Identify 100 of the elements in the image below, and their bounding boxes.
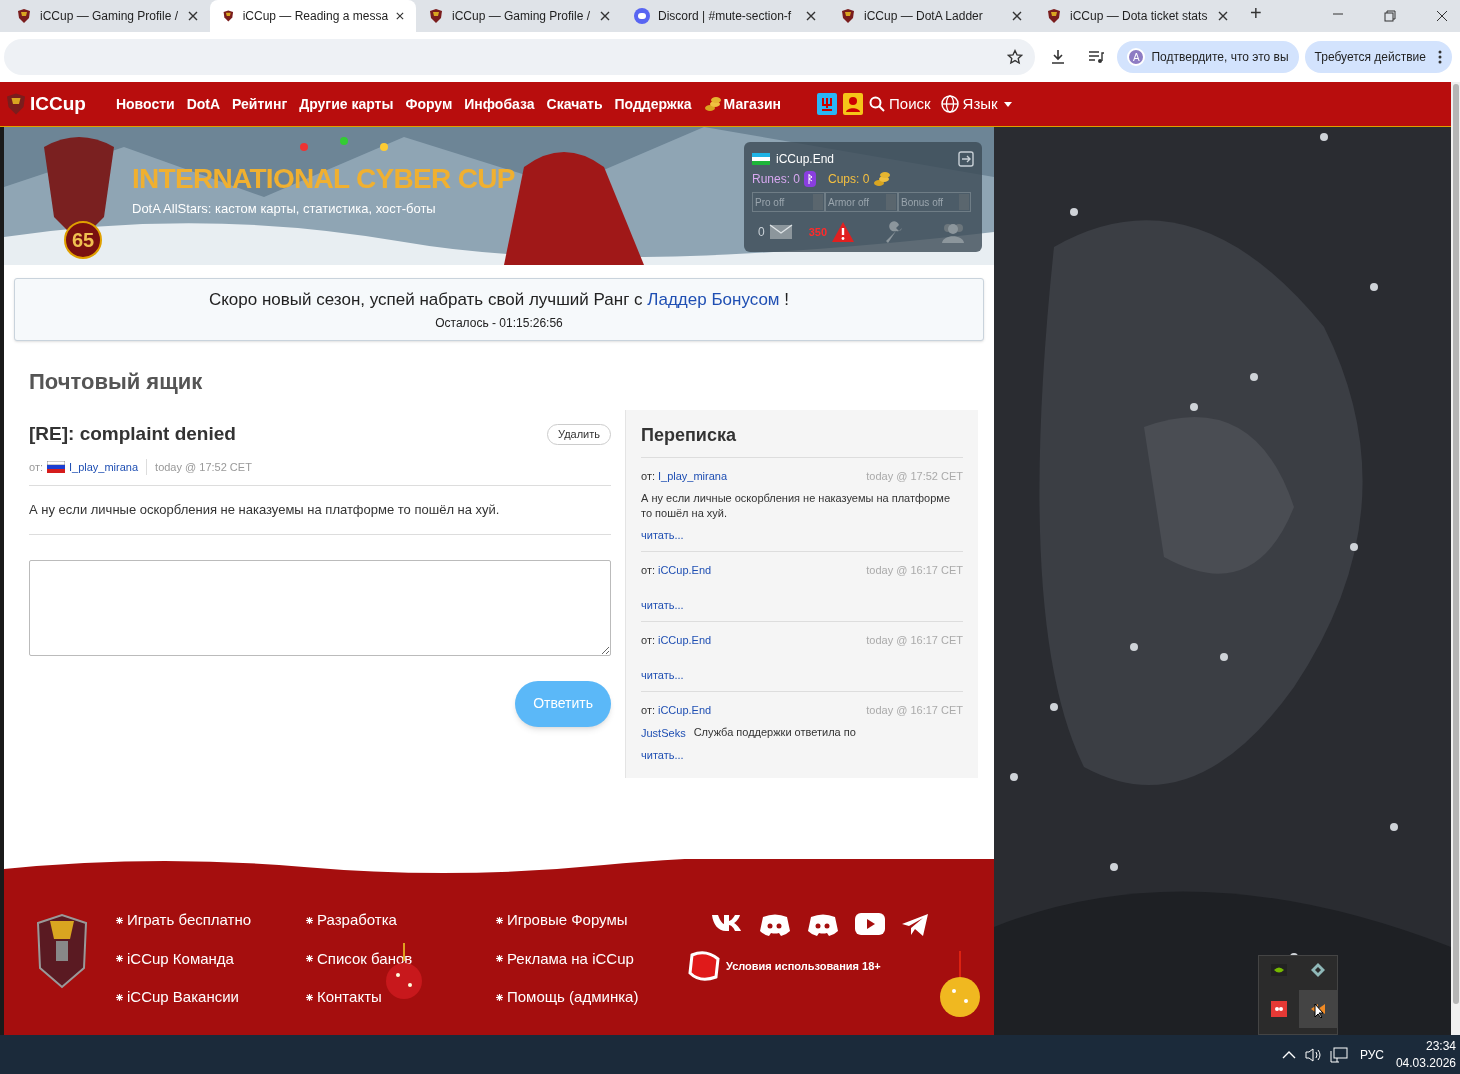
telegram-icon[interactable] [901,913,929,937]
nav-link[interactable]: Форум [405,93,453,115]
read-more-link[interactable]: читать... [641,747,963,764]
footer-link[interactable]: Реклама на iCCup [496,947,686,970]
footer-link[interactable]: Игровые Форумы [496,909,686,932]
countdown-text: Осталось - 01:15:26:56 [435,315,563,333]
search-link[interactable]: Поиск [869,92,931,116]
footer-link[interactable]: Контакты [306,986,496,1009]
message-time: today @ 17:52 CET [155,459,252,475]
record-icon[interactable] [1270,1001,1287,1017]
shield-icon [1046,8,1062,24]
footer-link[interactable]: Играть бесплатно [116,909,306,932]
shield-icon [840,8,856,24]
close-icon[interactable] [1218,11,1228,21]
scrollbar[interactable] [1451,82,1460,1035]
snowflake-icon [306,993,313,1001]
tab-title: Discord | #mute-section-f [658,8,793,25]
footer-link[interactable]: iCCup Вакансии [116,986,306,1009]
caret-icon [1003,101,1012,107]
new-tab-button[interactable]: + [1240,0,1272,32]
sender-link[interactable]: iCCup.End [658,702,712,719]
snowflake-icon [116,993,123,1001]
chevron-up-icon[interactable] [1281,1050,1296,1059]
discord-icon[interactable] [807,913,839,937]
flag-icon [47,460,65,473]
more-icon[interactable] [1438,50,1442,64]
close-icon[interactable] [1012,11,1022,21]
star-icon[interactable] [1007,49,1024,65]
tab-title: iCCup — Reading a messa [242,8,389,25]
nav-link[interactable]: Скачать [546,93,603,115]
sender-link[interactable]: I_play_mirana [658,468,728,485]
diamond-icon[interactable] [1309,962,1326,978]
ladder-bonus-link[interactable]: Ладдер Бонусом [647,289,780,309]
site-logo[interactable]: ICCup [30,89,86,119]
network-icon[interactable] [1329,1046,1348,1063]
page-heading: Почтовый ящик [29,368,204,396]
shop-link[interactable]: Магазин [703,93,782,115]
clock[interactable]: 23:34 04.03.2026 [1395,1037,1456,1072]
footer-link[interactable]: iCCup Команда [116,947,306,970]
vk-icon[interactable] [711,913,743,933]
nav-link[interactable]: Инфобаза [464,93,535,115]
logo-icon [34,913,90,989]
restore-icon[interactable] [1384,10,1396,22]
close-icon[interactable] [600,11,610,21]
reply-field[interactable] [29,559,611,656]
footer-link[interactable]: Разработка [306,909,496,932]
language-menu[interactable]: Язык [940,92,1012,116]
volume-icon[interactable] [1303,1046,1322,1063]
from-label: от: [641,469,655,484]
eye-icon[interactable] [1270,964,1287,976]
message-preview: А ну если личные оскорбления не наказуемы на платформе то пошёл на хуй. [641,490,951,521]
media-icon[interactable] [1087,48,1106,66]
user-icon[interactable] [843,93,864,115]
nav-link[interactable]: DotA [186,93,221,115]
account-button[interactable]: A Подтвердите, что это вы [1117,41,1299,73]
snowflake-icon [116,955,123,963]
read-more-link[interactable]: читать... [641,666,963,683]
discord-icon [634,8,650,24]
mitten-icon [686,951,722,981]
scrollbar-thumb[interactable] [1452,84,1459,1004]
nav-link[interactable]: Новости [115,93,175,115]
snowflake-icon [306,955,313,963]
shield-icon [222,8,235,24]
message-time: today @ 16:17 CET [866,563,963,578]
nav-link[interactable]: Другие карты [299,93,394,115]
footer-link[interactable]: Помощь (админка) [496,986,686,1009]
read-more-link[interactable]: читать... [641,596,963,613]
action-button[interactable]: Требуется действие [1304,41,1452,73]
close-icon[interactable] [188,11,198,21]
message-time: today @ 16:17 CET [866,633,963,648]
read-more-link[interactable]: читать... [641,526,963,543]
sender-link[interactable]: iCCup.End [658,562,712,579]
tray-item[interactable] [1298,990,1337,1028]
close-icon[interactable] [1436,10,1448,22]
nav-link[interactable]: Рейтинг [232,93,288,115]
sender-link[interactable]: JustSeks [641,724,686,741]
shield-icon [16,8,32,24]
footer-link[interactable]: Список банов [306,947,496,970]
delete-button[interactable]: Удалить [547,424,611,445]
tab-title: iCCup — Gaming Profile / [40,8,180,25]
tab-title: iCCup — DotA Ladder [864,8,984,25]
tower-icon[interactable] [817,93,838,115]
close-icon[interactable] [396,11,404,21]
terms-link[interactable]: Условия использования 18+ [726,957,881,975]
discord-icon[interactable] [759,913,791,937]
snowflake-icon [496,916,503,924]
snowflake-icon [496,993,503,1001]
thread-heading: Переписка [641,422,963,458]
close-icon[interactable] [806,11,816,21]
snowflake-icon [116,916,123,924]
snowflake-icon [306,916,313,924]
sender-link[interactable]: iCCup.End [658,632,712,649]
message-time: today @ 16:17 CET [866,703,963,718]
sender-link[interactable]: I_play_mirana [69,458,148,475]
tab-title: iCCup — Gaming Profile / [452,8,592,25]
tab-title: iCCup — Dota ticket stats [1070,8,1209,25]
input-language[interactable]: РУС [1359,1045,1384,1064]
youtube-icon[interactable] [855,913,885,935]
browser-tab[interactable]: iCCup — Reading a messa [210,0,416,32]
nav-link[interactable]: Поддержка [614,93,692,115]
